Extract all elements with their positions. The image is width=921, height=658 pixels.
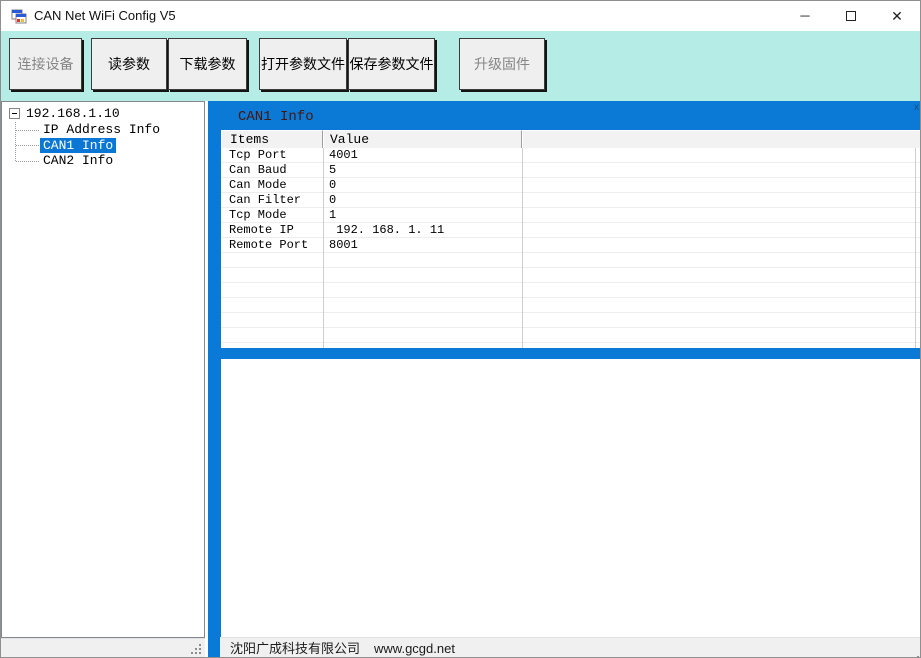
device-tree: 192.168.1.10 IP Address Info CAN1 Info C… <box>2 102 204 169</box>
app-window: CAN Net WiFi Config V5 ─ ✕ 连接设备 读参数 下载参数… <box>0 0 921 658</box>
status-text: 沈阳广成科技有限公司 www.gcgd.net <box>230 638 455 657</box>
tree-connector-stub <box>16 145 39 146</box>
table-row[interactable]: Remote Port 8001 <box>221 238 920 253</box>
read-params-button[interactable]: 读参数 <box>91 38 167 90</box>
item-cell: Remote Port <box>229 238 309 252</box>
tree-connector-stub <box>16 130 39 131</box>
upgrade-firmware-button[interactable]: 升级固件 <box>459 38 545 90</box>
connect-device-button[interactable]: 连接设备 <box>9 38 82 90</box>
device-tree-panel: 192.168.1.10 IP Address Info CAN1 Info C… <box>1 101 205 638</box>
maximize-box <box>846 10 856 21</box>
table-row[interactable]: Can Filter 0 <box>221 193 920 208</box>
info-panel: CAN1 Info x Items Value Tcp Port 4001 Can … <box>208 101 920 657</box>
website-text: www.gcgd.net <box>374 641 455 656</box>
panel-close-icon[interactable]: x <box>914 102 919 114</box>
column-header-items[interactable]: Items <box>221 130 323 148</box>
maximize-icon[interactable] <box>828 1 874 31</box>
window-title: CAN Net WiFi Config V5 <box>34 8 176 23</box>
table-header-row: Items Value <box>221 130 920 148</box>
table-row[interactable]: Remote IP 192. 168. 1. 11 <box>221 223 920 238</box>
table-gridline <box>915 148 916 348</box>
table-row[interactable]: Tcp Port 4001 <box>221 148 920 163</box>
app-icon <box>11 9 27 24</box>
save-params-file-button[interactable]: 保存参数文件 <box>348 38 435 90</box>
table-row[interactable]: Tcp Mode 1 <box>221 208 920 223</box>
status-strip-left <box>1 638 205 657</box>
download-params-button[interactable]: 下载参数 <box>168 38 247 90</box>
close-icon[interactable]: ✕ <box>874 1 920 31</box>
tree-connector-stub <box>16 161 39 162</box>
title-bar: CAN Net WiFi Config V5 ─ ✕ <box>1 1 920 31</box>
item-cell: Tcp Mode <box>229 208 287 222</box>
resize-grip-icon[interactable] <box>913 652 915 654</box>
resize-grip-icon[interactable] <box>191 644 193 646</box>
tree-connector-line <box>15 122 16 161</box>
status-strip-right: 沈阳广成科技有限公司 www.gcgd.net <box>220 637 920 657</box>
table-row[interactable]: Can Mode 0 <box>221 178 920 193</box>
item-cell: Can Baud <box>229 163 287 177</box>
tree-collapse-icon[interactable] <box>9 108 20 120</box>
minimize-icon[interactable]: ─ <box>782 1 828 31</box>
company-name: 沈阳广成科技有限公司 <box>230 641 361 656</box>
column-header-blank[interactable] <box>522 130 920 148</box>
panel-header: CAN1 Info <box>238 109 314 125</box>
item-cell: Tcp Port <box>229 148 287 162</box>
table-gridline <box>323 148 324 348</box>
toolbar: 连接设备 读参数 下载参数 打开参数文件 保存参数文件 升级固件 GCAN-21… <box>1 31 920 206</box>
column-header-value[interactable]: Value <box>323 130 522 148</box>
item-cell: Can Filter <box>229 193 302 207</box>
params-table: Items Value Tcp Port 4001 Can Baud 5 Can Mod… <box>221 130 920 348</box>
item-cell: Can Mode <box>229 178 287 192</box>
tree-root-label[interactable]: 192.168.1.10 <box>26 106 120 121</box>
table-body: Tcp Port 4001 Can Baud 5 Can Mode 0 Can Filter… <box>221 148 920 348</box>
lower-blank-panel <box>221 359 920 637</box>
tree-root-row[interactable]: 192.168.1.10 <box>2 106 204 122</box>
open-params-file-button[interactable]: 打开参数文件 <box>259 38 347 90</box>
table-row[interactable]: Can Baud 5 <box>221 163 920 178</box>
table-gridline <box>522 148 523 348</box>
item-cell: Remote IP <box>229 223 294 237</box>
